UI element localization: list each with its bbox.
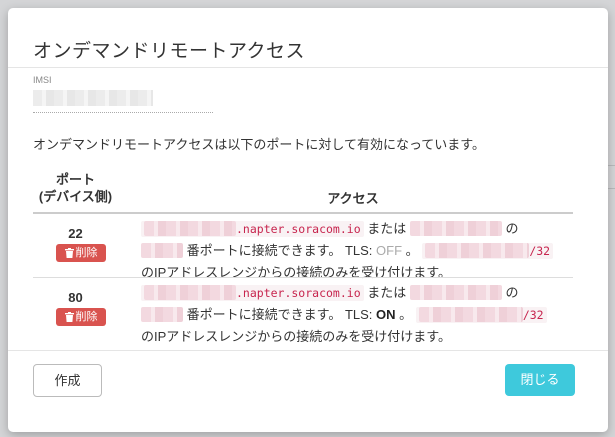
table-row: 22 削除 .napter.soracom.io または の 番ポートに接続でき… [33,214,573,280]
port-text: 番ポートに接続できます。 [186,243,342,258]
remote-access-modal: オンデマンドリモートアクセス IMSI オンデマンドリモートアクセスは以下のポー… [8,8,608,432]
table-row: 80 削除 .napter.soracom.io または の 番ポートに接続でき… [33,278,573,344]
trash-icon [64,248,74,258]
tls-end: 。 [399,307,413,322]
imsi-underline [33,112,213,113]
delete-button[interactable]: 削除 [56,244,106,262]
redacted-host [144,221,236,236]
imsi-label: IMSI [33,75,52,85]
delete-button[interactable]: 削除 [56,308,106,326]
header-divider [8,67,608,68]
port-text: 番ポートに接続できます。 [186,307,342,322]
close-button[interactable]: 閉じる [505,364,575,396]
port-header-line1: ポート [55,172,95,187]
description-text: オンデマンドリモートアクセスは以下のポートに対して有効になっています。 [33,137,486,152]
redacted-cidr [418,307,523,322]
port-column-header: ポート (デバイス側) [33,171,118,205]
or-text: または [367,285,407,300]
tls-value: ON [376,307,396,322]
or-text: または [367,221,407,236]
modal-title: オンデマンドリモートアクセス [33,41,306,62]
restriction-text: のIPアドレスレンジからの接続のみを受け付けます。 [141,329,451,344]
tls-label: TLS: [344,307,373,322]
imsi-value-redacted [33,90,153,106]
redacted-cidr [425,243,530,258]
port-number: 22 [68,226,83,241]
hostname-code: .napter.soracom.io [141,285,364,301]
no-text: の [505,221,519,236]
trash-icon [64,312,74,322]
cidr-code: /32 [422,243,554,259]
tls-label: TLS: [344,243,373,258]
tls-end: 。 [405,243,419,258]
tls-value: OFF [376,243,403,258]
port-header-line2: (デバイス側) [38,189,113,204]
create-button[interactable]: 作成 [33,364,102,397]
access-column-header: アクセス [327,191,379,206]
hostname-code: .napter.soracom.io [141,221,364,237]
access-description: .napter.soracom.io または の 番ポートに接続できます。 TL… [141,282,573,348]
redacted-port [141,307,183,322]
redacted-port [141,243,183,258]
access-description: .napter.soracom.io または の 番ポートに接続できます。 TL… [141,218,573,284]
footer-divider [8,350,608,351]
redacted-host [144,285,236,300]
cidr-code: /32 [415,307,547,323]
redacted-ip [409,285,502,300]
redacted-ip [409,221,502,236]
port-number: 80 [68,290,83,305]
no-text: の [505,285,519,300]
